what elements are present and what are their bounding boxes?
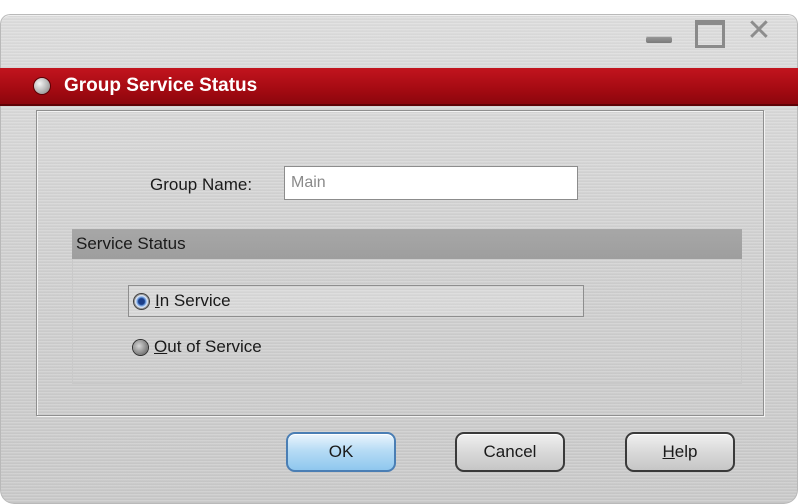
radio-out-of-service[interactable]: Out of Service xyxy=(128,332,262,362)
help-text: elp xyxy=(674,442,698,461)
status-led-icon xyxy=(34,78,50,94)
radio-out-of-service-accesskey: O xyxy=(154,337,168,356)
service-status-title: Service Status xyxy=(76,234,186,253)
title-bar: Group Service Status xyxy=(0,68,798,106)
group-name-input[interactable] xyxy=(284,166,578,200)
service-status-group xyxy=(72,259,742,384)
window-controls: ✕ xyxy=(642,14,776,48)
help-accesskey: H xyxy=(662,442,675,461)
radio-selected-icon xyxy=(134,293,149,309)
maximize-icon xyxy=(695,20,725,48)
maximize-button[interactable] xyxy=(692,18,726,48)
radio-out-of-service-label: Out of Service xyxy=(154,337,262,357)
top-strip xyxy=(0,0,798,14)
service-status-header: Service Status xyxy=(72,229,742,259)
radio-out-of-service-text: ut of Service xyxy=(167,337,262,356)
minimize-button[interactable] xyxy=(642,18,676,46)
close-button[interactable]: ✕ xyxy=(742,14,776,48)
window-title: Group Service Status xyxy=(64,75,258,96)
group-name-label: Group Name: xyxy=(150,175,253,194)
close-icon: ✕ xyxy=(746,13,772,48)
minimize-icon xyxy=(646,36,672,43)
help-button[interactable]: Help xyxy=(625,432,735,472)
radio-in-service-text: n Service xyxy=(159,291,231,310)
radio-unselected-icon xyxy=(133,339,148,355)
ok-button[interactable]: OK xyxy=(286,432,396,472)
cancel-button[interactable]: Cancel xyxy=(455,432,565,472)
radio-in-service-label: In Service xyxy=(155,291,231,311)
radio-in-service[interactable]: In Service xyxy=(128,285,584,317)
